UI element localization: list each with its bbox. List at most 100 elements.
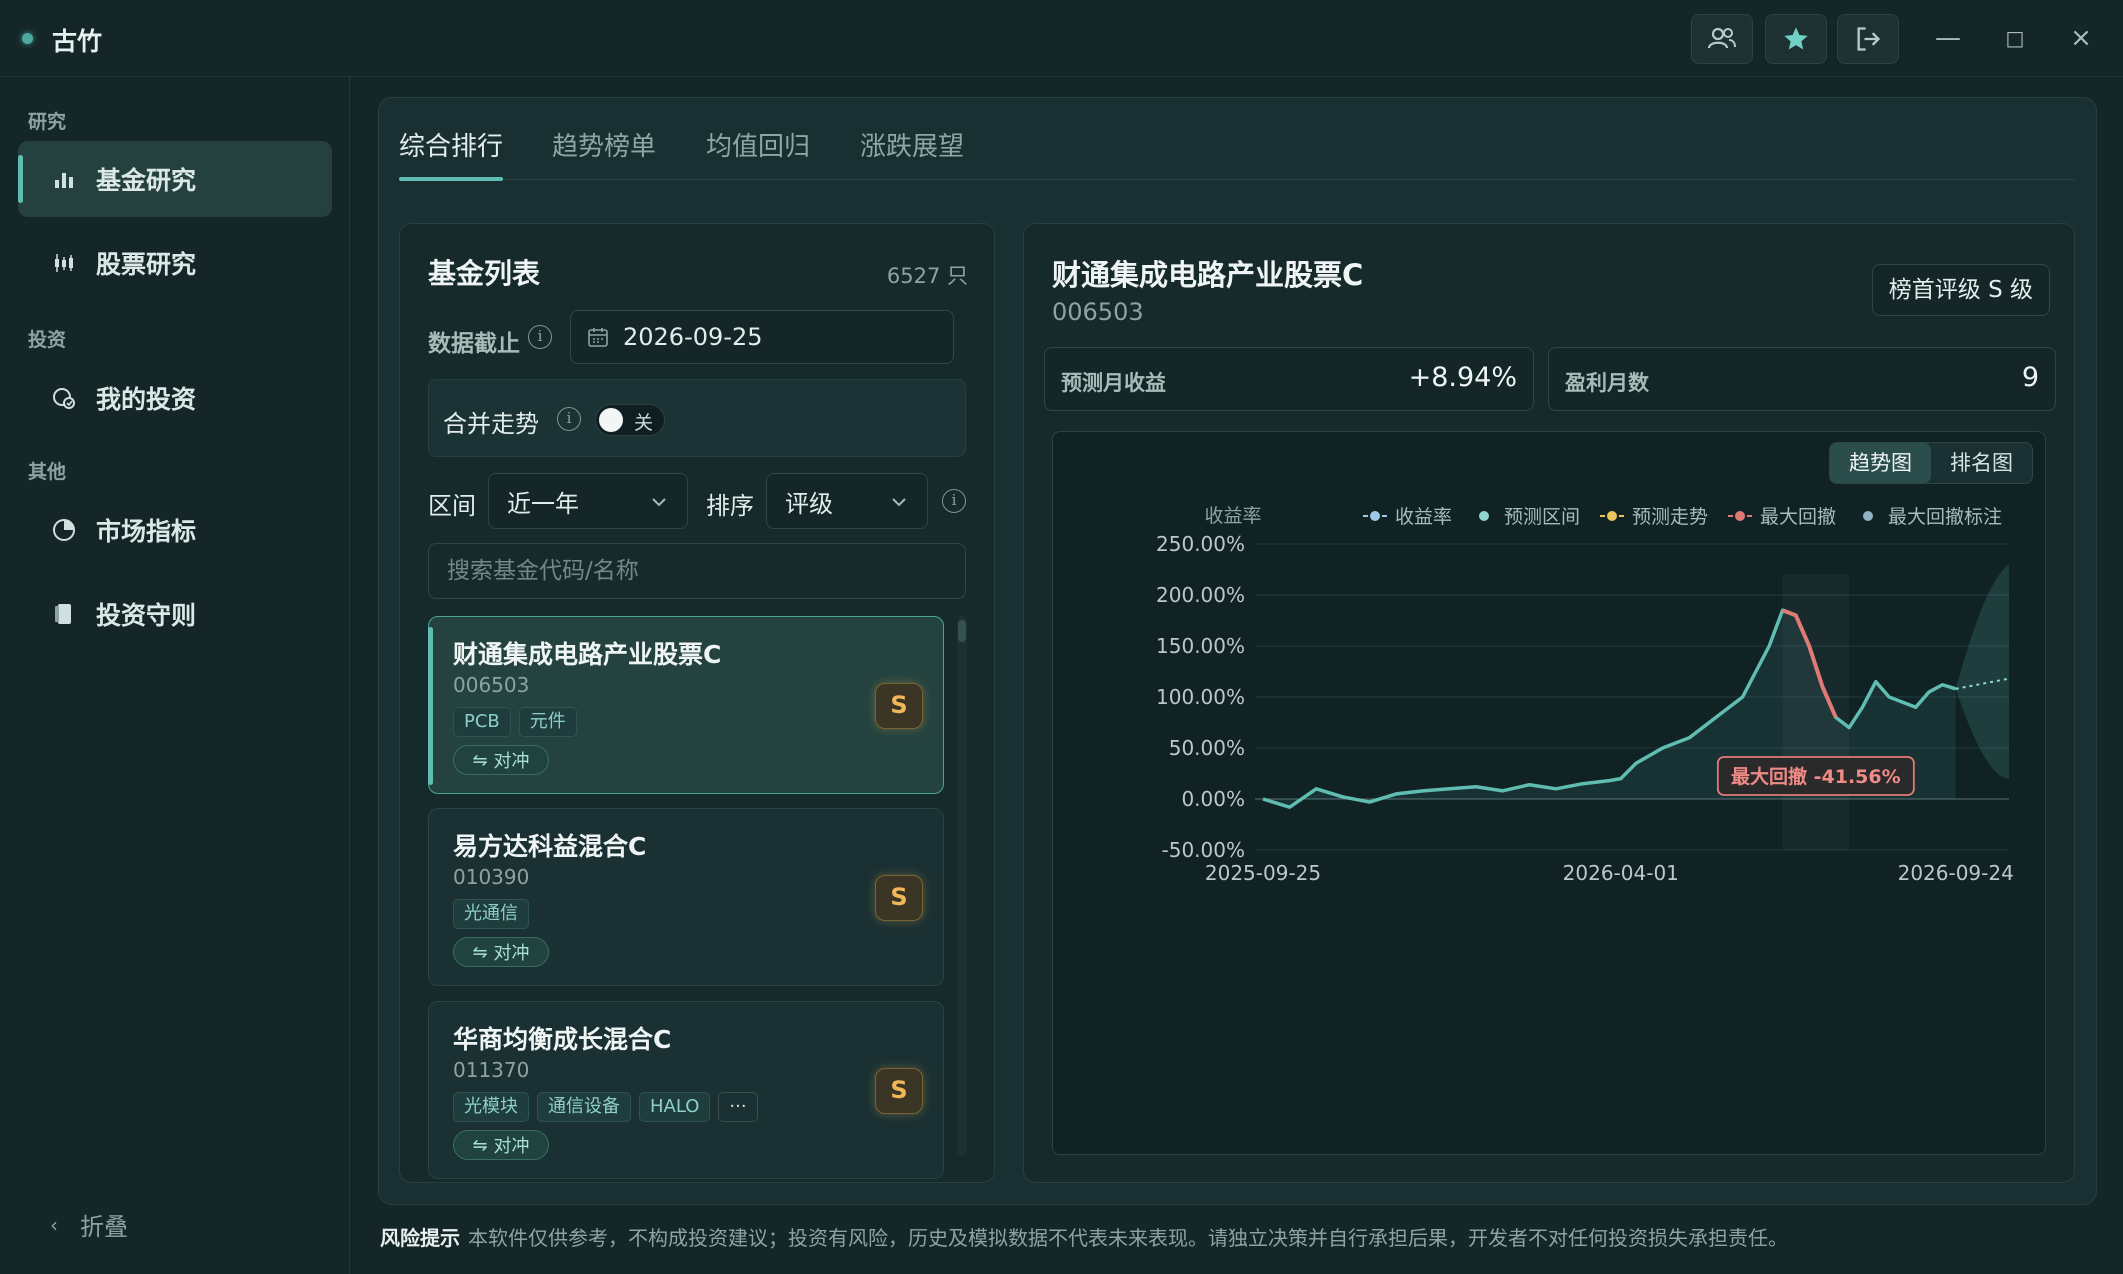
fund-list-item[interactable]: 华商均衡成长混合C 011370 光模块 通信设备 HALO ··· ⇋ 对冲 …: [428, 1001, 944, 1179]
users-button[interactable]: [1691, 14, 1753, 64]
y-tick-label: 0.00%: [1181, 787, 1245, 811]
fund-list-scrollbar[interactable]: [957, 616, 967, 1156]
sidebar-item-label: 市场指标: [96, 517, 197, 546]
logout-button[interactable]: [1837, 14, 1899, 64]
swap-icon: ⇋: [472, 1134, 488, 1156]
portfolio-icon: [50, 384, 78, 412]
range-label: 区间: [428, 492, 476, 520]
minimize-button[interactable]: —: [1928, 20, 1968, 56]
grade-badge: S: [875, 875, 923, 921]
drawdown-annotation: 最大回撤 -41.56%: [1731, 765, 1901, 788]
risk-disclaimer: 风险提示 本软件仅供参考，不构成投资建议；投资有风险，历史及模拟数据不代表未来表现…: [380, 1222, 1788, 1251]
fund-code: 010390: [453, 865, 530, 889]
hedge-label: 对冲: [493, 1136, 530, 1157]
users-icon: [1707, 27, 1736, 49]
candlestick-icon: [50, 249, 78, 277]
sidebar-item-investment-rules[interactable]: 投资守则: [18, 576, 332, 652]
chevron-down-icon: [652, 498, 666, 507]
fund-tag: 元件: [518, 707, 577, 737]
app-name: 古竹: [52, 27, 103, 56]
swap-icon: ⇋: [472, 941, 488, 963]
range-value: 近一年: [507, 489, 579, 518]
fund-code: 011370: [453, 1058, 530, 1082]
sidebar-item-my-investments[interactable]: 我的投资: [18, 360, 332, 436]
favorites-button[interactable]: [1765, 14, 1827, 64]
sidebar-item-market-indicators[interactable]: 市场指标: [18, 492, 332, 568]
sidebar-collapse-button[interactable]: ‹ 折叠: [50, 1207, 128, 1242]
fund-tags: 光模块 通信设备 HALO ···: [453, 1092, 758, 1122]
fund-list-item[interactable]: 财通集成电路产业股票C 006503 PCB 元件 ⇋ 对冲 S: [428, 616, 944, 794]
tab-trend-list[interactable]: 趋势榜单: [552, 128, 656, 180]
close-button[interactable]: ×: [2061, 20, 2101, 56]
legend-marker: [1368, 509, 1382, 523]
chart-container: 趋势图 排名图 250.00% 200.00% 150.00% 100.00% 50.0…: [1052, 431, 2046, 1155]
risk-title: 风险提示: [380, 1226, 460, 1250]
fund-list: 财通集成电路产业股票C 006503 PCB 元件 ⇋ 对冲 S 易方达科益混合…: [428, 616, 948, 1182]
trend-chart: 250.00% 200.00% 150.00% 100.00% 50.00% 0.00% -…: [1156, 505, 2014, 885]
logout-icon: [1857, 27, 1881, 51]
title-bar: 古竹 — □ ×: [0, 0, 2123, 77]
fund-count: 6527 只: [886, 264, 968, 288]
calendar-icon: [588, 328, 608, 347]
star-icon: [1784, 27, 1808, 50]
metric-value: 9: [2021, 362, 2039, 393]
fund-tag: 通信设备: [537, 1092, 631, 1122]
legend-label: 收益率: [1395, 506, 1452, 528]
fund-tag: 光通信: [453, 899, 529, 929]
metric-profit-months: 盈利月数 9: [1548, 347, 2056, 411]
more-tags-button[interactable]: ···: [718, 1092, 758, 1122]
sort-select[interactable]: 评级: [766, 473, 928, 529]
tab-mean-reversion[interactable]: 均值回归: [706, 128, 810, 180]
chevron-down-icon: [892, 498, 906, 507]
tab-outlook[interactable]: 涨跌展望: [860, 128, 964, 180]
sidebar-item-stock-research[interactable]: 股票研究: [18, 225, 332, 301]
fund-tags: PCB 元件: [453, 707, 577, 737]
sidebar-item-label: 股票研究: [96, 250, 197, 279]
x-tick-label: 2026-04-01: [1563, 861, 1679, 885]
fund-name: 财通集成电路产业股票C: [453, 640, 722, 669]
y-tick-label: 150.00%: [1156, 634, 1245, 658]
tab-composite-ranking[interactable]: 综合排行: [399, 128, 504, 181]
search-input[interactable]: [428, 543, 966, 599]
hedge-badge: ⇋ 对冲: [453, 937, 549, 967]
legend-label: 预测区间: [1504, 506, 1580, 528]
merge-trend-label: 合并走势: [443, 410, 539, 438]
y-tick-label: 50.00%: [1169, 736, 1245, 760]
date-picker[interactable]: 2026-09-25: [570, 310, 954, 364]
hedge-badge: ⇋ 对冲: [453, 745, 549, 775]
range-select[interactable]: 近一年: [488, 473, 688, 529]
fund-tags: 光通信: [453, 899, 529, 929]
sidebar-item-fund-research[interactable]: 基金研究: [18, 141, 332, 217]
sidebar-section-research: 研究: [28, 111, 67, 133]
info-icon[interactable]: i: [942, 489, 966, 513]
scrollbar-thumb[interactable]: [958, 620, 966, 642]
maximize-button[interactable]: □: [1995, 20, 2035, 56]
y-tick-label: 200.00%: [1156, 583, 1245, 607]
collapse-label: 折叠: [80, 1213, 128, 1241]
x-tick-label: 2026-09-24: [1898, 861, 2014, 885]
toggle-knob: [599, 408, 623, 432]
metric-label: 预测月收益: [1061, 371, 1166, 395]
sidebar-section-investment: 投资: [28, 329, 67, 351]
sort-value: 评级: [785, 489, 833, 518]
swap-icon: ⇋: [472, 749, 488, 771]
detail-fund-name: 财通集成电路产业股票C: [1052, 258, 1364, 292]
fund-code: 006503: [453, 673, 530, 697]
pie-chart-icon: [50, 516, 78, 544]
sidebar-item-label: 我的投资: [96, 385, 197, 414]
sidebar: 研究 基金研究 股票研究 投资 我的投资 其他 市场指标 投资守则 ‹ 折叠: [0, 77, 350, 1274]
app-logo-icon: [22, 33, 33, 44]
info-icon[interactable]: i: [557, 407, 581, 431]
info-icon[interactable]: i: [528, 325, 552, 349]
grade-badge: S: [875, 683, 923, 729]
forecast-band: [1955, 564, 2009, 779]
bar-chart-icon: [50, 165, 78, 193]
legend-label: 预测走势: [1632, 506, 1708, 528]
metric-predicted-return: 预测月收益 +8.94%: [1044, 347, 1534, 411]
fund-tag: PCB: [453, 707, 511, 737]
fund-detail-card: 财通集成电路产业股票C 006503 榜首评级 S 级 预测月收益 +8.94%…: [1023, 223, 2075, 1183]
hedge-badge: ⇋ 对冲: [453, 1130, 549, 1160]
x-tick-label: 2025-09-25: [1205, 861, 1321, 885]
fund-list-item[interactable]: 易方达科益混合C 010390 光通信 ⇋ 对冲 S: [428, 808, 944, 986]
merge-trend-toggle[interactable]: 关: [595, 404, 665, 436]
